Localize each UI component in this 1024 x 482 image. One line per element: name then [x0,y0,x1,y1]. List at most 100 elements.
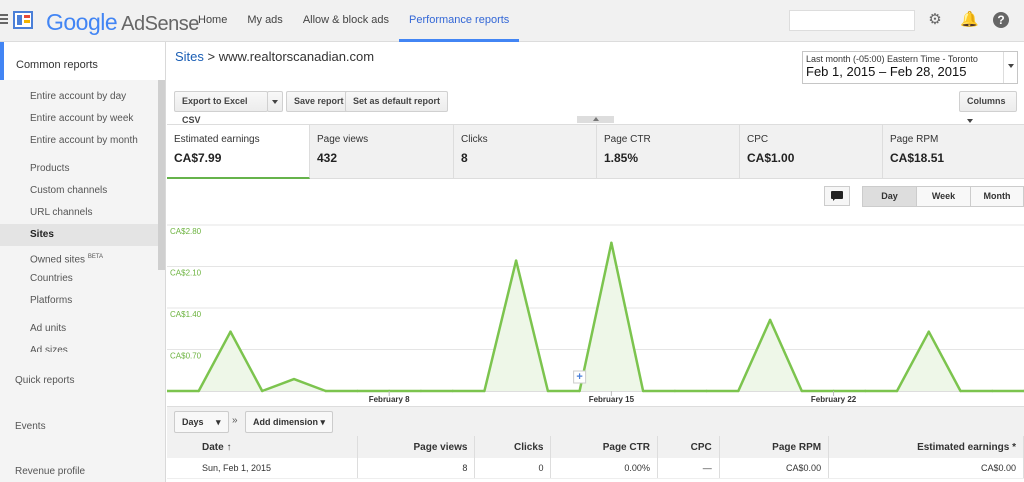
nav-tab-performance-reports[interactable]: Performance reports [399,0,520,42]
common-reports-header[interactable]: Common reports [0,42,165,80]
sidebar-item-entire-account-day[interactable]: Entire account by day [0,86,165,108]
metric-label: Page CTR [604,134,651,145]
sidebar-report-list: Entire account by day Entire account by … [0,80,165,352]
chart-x-tick-label: February 8 [369,395,410,404]
add-annotation-plus-icon: + [576,371,582,383]
sidebar: Common reports Entire account by day Ent… [0,42,166,482]
report-table: Date ↑ Page views Clicks Page CTR CPC Pa… [167,436,1024,479]
chevron-down-icon: ▾ [320,417,326,427]
logo-text: Google [46,9,118,35]
table-cell: 8 [357,458,476,479]
export-menu-button[interactable] [267,91,283,112]
metric-label: Page views [317,134,369,145]
sidebar-item-platforms[interactable]: Platforms [0,290,165,312]
chart-y-tick-label: CA$1.40 [170,310,202,319]
sidebar-item-events[interactable]: Events [15,421,46,432]
sidebar-item-sites[interactable]: Sites [0,224,165,246]
table-cell: 0 [474,458,552,479]
sidebar-item-ad-sizes[interactable]: Ad sizes [0,340,165,352]
chart-x-tick-label: February 22 [811,395,857,404]
sidebar-item-products[interactable]: Products [0,158,165,180]
metric-value: 8 [461,151,468,165]
chart-data-point [356,389,359,393]
chevron-down-icon: ▾ [216,417,221,427]
collapse-toolbar-toggle[interactable] [577,116,614,123]
breadcrumb: Sites > www.realtorscanadian.com [175,49,374,64]
breadcrumb-separator: > [207,49,216,64]
metric-value: CA$18.51 [890,151,945,165]
hamburger-menu-icon[interactable] [0,14,8,26]
save-report-button[interactable]: Save report [286,91,352,112]
chart-data-point [419,389,423,393]
breadcrumb-current: www.realtorscanadian.com [218,49,375,64]
columns-label: Columns [967,96,1006,106]
nav-tab-allow-block-ads[interactable]: Allow & block ads [293,0,399,42]
sidebar-item-entire-account-week[interactable]: Entire account by week [0,108,165,130]
nav-tab-my-ads[interactable]: My ads [237,0,292,42]
metric-cpc[interactable]: CPC CA$1.00 [740,125,883,179]
metric-label: Page RPM [890,134,939,145]
chart-data-point [959,389,962,393]
metric-value: CA$7.99 [174,151,222,165]
metric-value: 1.85% [604,151,639,165]
metric-page-views[interactable]: Page views 432 [310,125,454,179]
sidebar-item-quick-reports[interactable]: Quick reports [15,375,74,386]
chart-data-point [292,377,296,381]
metric-clicks[interactable]: Clicks 8 [454,125,597,179]
search-input[interactable] [789,10,915,31]
sidebar-scrollbar[interactable] [158,80,165,270]
chart-data-point [895,389,899,393]
column-header-date[interactable]: Date ↑ [167,436,358,458]
metric-estimated-earnings[interactable]: Estimated earnings CA$7.99 [167,125,310,179]
chart-data-point [578,389,581,393]
chart-data-point [610,241,613,244]
date-picker-divider [1003,52,1004,83]
table-row: Sun, Feb 1, 2015 8 0 0.00% — CA$0.00 CA$… [167,458,1024,479]
column-header-cpc[interactable]: CPC [657,436,720,458]
table-cell: CA$0.00 [828,458,1024,479]
chart-data-point [800,389,803,393]
bell-icon[interactable]: 🔔 [960,12,979,28]
help-icon[interactable]: ? [993,12,1009,28]
report-content: Sites > www.realtorscanadian.com Last mo… [167,42,1024,482]
metric-page-ctr[interactable]: Page CTR 1.85% [597,125,740,179]
sidebar-item-url-channels[interactable]: URL channels [0,202,165,224]
chart-y-tick-label: CA$2.10 [170,269,202,278]
chart-data-point [673,389,677,393]
export-csv-button[interactable]: Export to Excel CSV [174,91,268,125]
metrics-bar: Estimated earnings CA$7.99 Page views 43… [167,124,1024,179]
top-bar: Google AdSense Home My ads Allow & block … [0,0,1024,42]
chevron-down-icon[interactable] [1008,64,1014,68]
sidebar-item-countries[interactable]: Countries [0,268,165,290]
column-header-label: Date [202,441,224,453]
days-dropdown[interactable]: Days ▾ [174,411,229,433]
adsense-app-icon[interactable] [13,11,33,29]
gear-icon[interactable]: ⚙ [927,12,943,28]
column-header-page-ctr[interactable]: Page CTR [550,436,658,458]
chart-data-point [737,389,740,393]
set-default-report-button[interactable]: Set as default report [345,91,449,112]
chart-data-point [324,389,327,393]
breadcrumb-sites-link[interactable]: Sites [175,49,204,64]
sidebar-item-revenue-profile[interactable]: Revenue profile [15,466,85,477]
chart-data-point [927,330,930,333]
table-controls: Days ▾ » Add dimension ▾ [167,406,1024,436]
days-label: Days [182,417,204,427]
column-header-page-rpm[interactable]: Page RPM [719,436,830,458]
date-range-picker[interactable]: Last month (-05:00) Eastern Time - Toron… [802,51,1018,84]
chart-data-point [261,389,264,393]
chart-data-point [514,259,518,262]
add-dimension-button[interactable]: Add dimension ▾ [245,411,334,433]
columns-button[interactable]: Columns [959,91,1017,123]
column-header-estimated-earnings[interactable]: Estimated earnings * [828,436,1024,458]
nav-tab-home[interactable]: Home [188,0,237,42]
sidebar-item-ad-units[interactable]: Ad units [0,318,165,340]
sidebar-item-owned-sites[interactable]: Owned sites BETA [0,246,165,268]
sidebar-item-entire-account-month[interactable]: Entire account by month [0,130,165,152]
sidebar-item-custom-channels[interactable]: Custom channels [0,180,165,202]
column-header-clicks[interactable]: Clicks [474,436,552,458]
column-header-page-views[interactable]: Page views [357,436,476,458]
google-adsense-logo[interactable]: Google AdSense [46,9,199,36]
date-range-value: Feb 1, 2015 – Feb 28, 2015 [806,64,967,79]
metric-page-rpm[interactable]: Page RPM CA$18.51 [883,125,1024,179]
